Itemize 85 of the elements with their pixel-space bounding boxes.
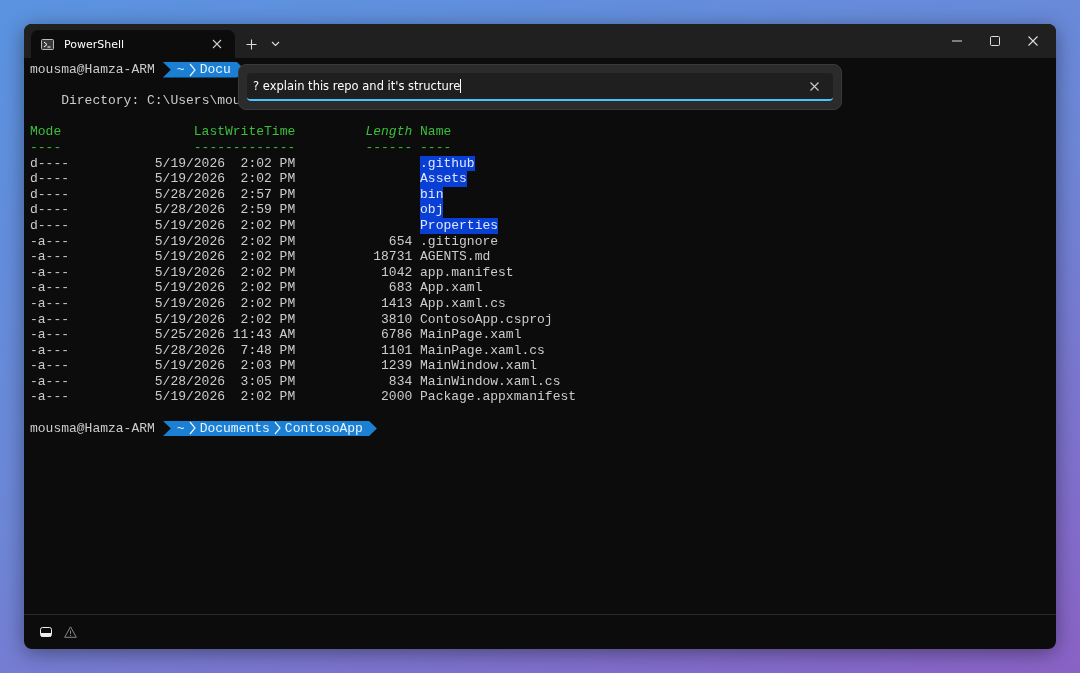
mode-cell: -a--- xyxy=(30,358,69,374)
name-cell: MainPage.xaml.cs xyxy=(420,342,545,359)
clear-icon[interactable] xyxy=(810,81,819,91)
text-cursor xyxy=(460,79,462,93)
header-underline: ------ xyxy=(364,139,413,156)
length-cell-text: 1413 xyxy=(380,295,413,312)
name-cell: Package.appxmanifest xyxy=(420,389,577,406)
directory-line: Directory: C:\Users\mou xyxy=(60,93,241,109)
time-cell-text: 5/19/2026 2:02 PM xyxy=(153,155,296,172)
chevron-icon xyxy=(273,421,281,436)
mode-cell: -a--- xyxy=(30,342,69,359)
time-cell-text: 5/28/2026 2:57 PM xyxy=(153,186,296,203)
length-cell-text: 654 xyxy=(387,233,413,250)
length-cell-text: 1239 xyxy=(380,358,413,374)
header-underline: ---- xyxy=(420,139,453,156)
name-cell: Assets xyxy=(420,171,467,187)
name-cell: .gitignore xyxy=(420,233,499,250)
name-cell: App.xaml.cs xyxy=(420,295,506,312)
terminal-tab[interactable]: PowerShell xyxy=(31,30,235,58)
chevron-icon xyxy=(188,421,196,436)
powershell-icon xyxy=(41,38,54,50)
mode-cell: d---- xyxy=(30,155,69,172)
mode-cell: -a--- xyxy=(30,295,69,312)
time-cell-text: 5/19/2026 2:02 PM xyxy=(153,171,296,187)
name-cell: obj xyxy=(420,202,444,218)
time-cell-text: 5/19/2026 2:02 PM xyxy=(153,311,296,328)
length-cell-text: 6786 xyxy=(380,327,413,343)
column-header: Length xyxy=(364,124,413,140)
time-cell-text: 5/19/2026 2:02 PM xyxy=(153,217,296,234)
path-label: Docu xyxy=(199,62,231,78)
time-cell-text: 5/25/2026 11:43 AM xyxy=(153,327,296,343)
time-cell-text: 5/19/2026 2:02 PM xyxy=(153,264,296,281)
command-field[interactable]: ? explain this repo and it's structure xyxy=(247,73,833,101)
name-cell: app.manifest xyxy=(420,264,514,281)
chevron-icon xyxy=(188,62,196,77)
name-cell: .github xyxy=(420,155,475,172)
length-cell-text: 683 xyxy=(387,280,413,296)
panel-icon[interactable] xyxy=(40,627,52,637)
length-cell-text: 834 xyxy=(387,373,413,390)
time-cell-text: 5/19/2026 2:02 PM xyxy=(153,249,296,265)
path-label: ContosoApp xyxy=(284,420,363,437)
mode-cell: -a--- xyxy=(30,233,69,250)
mode-cell: -a--- xyxy=(30,373,69,390)
time-cell-text: 5/19/2026 2:02 PM xyxy=(153,389,296,406)
column-header: LastWriteTime xyxy=(192,124,296,140)
length-cell-text: 3810 xyxy=(380,311,413,328)
header-underline: ---- xyxy=(30,139,63,156)
mode-cell: d---- xyxy=(30,217,69,234)
prompt-user: mousma@Hamza-ARM xyxy=(30,420,155,437)
time-cell-text: 5/28/2026 7:48 PM xyxy=(153,342,296,359)
name-cell: App.xaml xyxy=(420,280,483,296)
time-cell-text: 5/28/2026 3:05 PM xyxy=(153,373,296,390)
name-cell: AGENTS.md xyxy=(420,249,491,265)
column-header: Mode xyxy=(30,124,63,140)
name-cell: ContosoApp.csproj xyxy=(420,311,553,328)
mode-cell: -a--- xyxy=(30,264,69,281)
length-cell-text: 2000 xyxy=(380,389,413,406)
time-cell-text: 5/19/2026 2:02 PM xyxy=(153,280,296,296)
length-cell-text: 1042 xyxy=(380,264,413,281)
mode-cell: -a--- xyxy=(30,389,69,406)
name-cell: MainWindow.xaml.cs xyxy=(420,373,561,390)
warning-icon[interactable] xyxy=(64,626,77,638)
time-cell-text: 5/19/2026 2:03 PM xyxy=(153,358,296,374)
length-cell-text: 18731 xyxy=(372,249,413,265)
mode-cell: d---- xyxy=(30,202,69,218)
name-cell: Properties xyxy=(420,217,499,234)
mode-cell: d---- xyxy=(30,186,69,203)
path-label: ~ xyxy=(176,420,185,437)
mode-cell: -a--- xyxy=(30,249,69,265)
mode-cell: -a--- xyxy=(30,311,69,328)
time-cell-text: 5/19/2026 2:02 PM xyxy=(153,233,296,250)
time-cell-text: 5/28/2026 2:59 PM xyxy=(153,202,296,218)
prompt-user: mousma@Hamza-ARM xyxy=(30,62,155,78)
header-underline: ------------- xyxy=(192,139,296,156)
path-label: ~ xyxy=(176,62,185,78)
mode-cell: d---- xyxy=(30,171,69,187)
length-cell-text: 1101 xyxy=(380,342,413,359)
name-cell: MainWindow.xaml xyxy=(420,358,538,374)
mode-cell: -a--- xyxy=(30,280,69,296)
column-header: Name xyxy=(420,124,453,140)
path-label: Documents xyxy=(199,420,270,437)
time-cell-text: 5/19/2026 2:02 PM xyxy=(153,295,296,312)
command-text: ? explain this repo and it's structure xyxy=(253,79,461,93)
mode-cell: -a--- xyxy=(30,327,69,343)
name-cell: MainPage.xaml xyxy=(420,327,522,343)
